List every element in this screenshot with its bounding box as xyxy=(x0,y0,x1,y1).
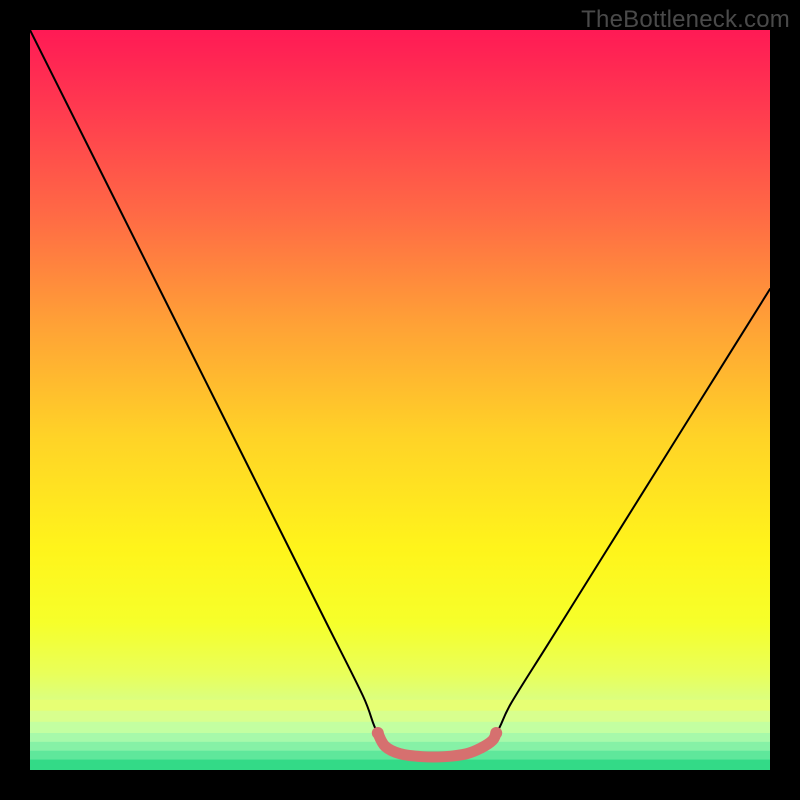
gradient-band xyxy=(30,733,770,742)
gradient-background xyxy=(30,30,770,770)
chart-frame: TheBottleneck.com xyxy=(0,0,800,800)
watermark-text: TheBottleneck.com xyxy=(581,6,790,34)
gradient-band xyxy=(30,711,770,722)
plot-area xyxy=(30,30,770,770)
gradient-band xyxy=(30,722,770,733)
highlight-endpoint xyxy=(490,727,502,739)
gradient-band xyxy=(30,700,770,711)
chart-svg xyxy=(30,30,770,770)
highlight-endpoint xyxy=(372,727,384,739)
gradient-band xyxy=(30,760,770,770)
